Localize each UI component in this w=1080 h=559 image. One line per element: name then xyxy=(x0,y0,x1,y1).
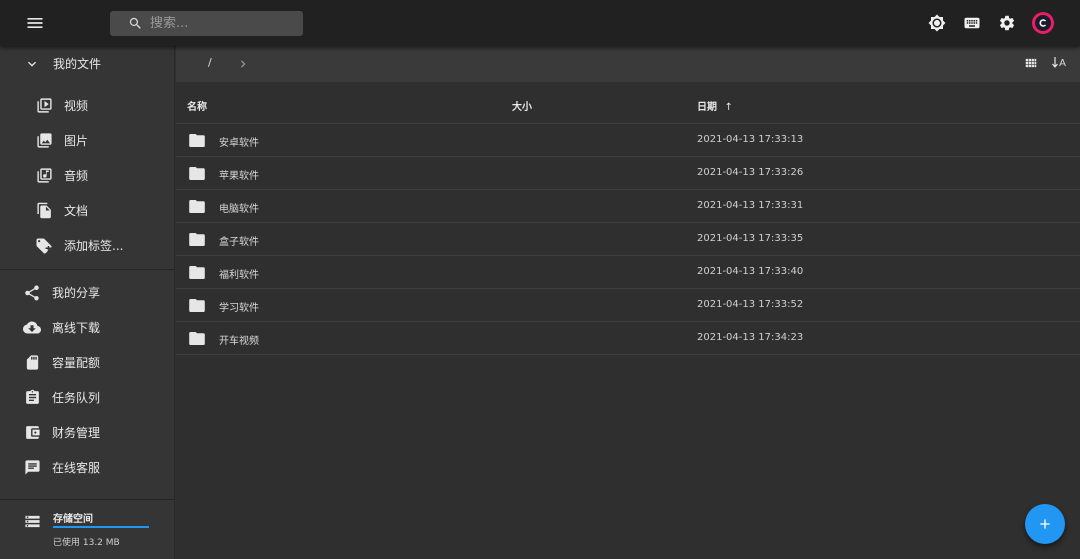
table-header: 名称 大小 日期 ↑ xyxy=(176,82,1080,124)
folder-icon xyxy=(189,200,205,216)
sidebar: 我的文件 视频 图片 音频 文档 添加标签... 我的分享 离线下载 容量配额 … xyxy=(0,46,175,559)
storage-title: 存储空间 xyxy=(53,514,93,525)
folder-icon xyxy=(189,266,205,282)
sidebar-item-my-share[interactable]: 我的分享 xyxy=(0,275,175,310)
sidebar-item-label: 我的分享 xyxy=(52,286,101,300)
file-date: 2021-04-13 17:33:35 xyxy=(697,233,804,244)
sidebar-item-label: 任务队列 xyxy=(52,391,101,405)
sd-card-icon xyxy=(23,354,41,372)
column-header-size[interactable]: 大小 xyxy=(512,98,532,113)
sort-alpha-icon[interactable]: A xyxy=(1052,57,1066,69)
sidebar-item-task-queue[interactable]: 任务队列 xyxy=(0,380,175,415)
table-row[interactable]: 盒子软件 2021-04-13 17:33:35 xyxy=(176,223,1080,256)
search-icon xyxy=(129,17,141,29)
file-table: 名称 大小 日期 ↑ 安卓软件 2021-04-13 17:33:13 苹果软件 20… xyxy=(176,82,1080,355)
image-icon xyxy=(35,132,53,150)
add-tag-icon xyxy=(35,237,53,255)
sidebar-item-label: 图片 xyxy=(64,134,89,148)
file-name: 福利软件 xyxy=(219,270,259,281)
table-row[interactable]: 安卓软件 2021-04-13 17:33:13 xyxy=(176,124,1080,157)
wallet-icon xyxy=(23,424,41,442)
storage-panel[interactable]: 存储空间 已使用 13.2 MB xyxy=(0,499,175,559)
sidebar-item-label: 添加标签... xyxy=(64,239,124,253)
sidebar-item-audio[interactable]: 音频 xyxy=(0,158,175,193)
search-box[interactable] xyxy=(110,11,303,36)
sidebar-item-add-tag[interactable]: 添加标签... xyxy=(0,228,175,263)
file-date: 2021-04-13 17:33:13 xyxy=(697,134,804,145)
sidebar-item-label: 财务管理 xyxy=(52,426,101,440)
video-icon xyxy=(35,97,53,115)
sidebar-item-online-support[interactable]: 在线客服 xyxy=(0,450,175,485)
folder-icon xyxy=(189,167,205,183)
folder-icon xyxy=(189,134,205,150)
grid-view-icon[interactable] xyxy=(1024,56,1038,70)
file-date: 2021-04-13 17:33:52 xyxy=(697,299,804,310)
sidebar-item-document[interactable]: 文档 xyxy=(0,193,175,228)
file-name: 安卓软件 xyxy=(219,138,259,149)
sidebar-item-video[interactable]: 视频 xyxy=(0,88,175,123)
column-header-date[interactable]: 日期 ↑ xyxy=(697,98,733,113)
my-files-label: 我的文件 xyxy=(53,57,102,71)
document-icon xyxy=(35,202,53,220)
sidebar-item-finance[interactable]: 财务管理 xyxy=(0,415,175,450)
gear-icon[interactable] xyxy=(997,13,1017,33)
path-toolbar: / A xyxy=(176,46,1080,82)
sidebar-item-label: 视频 xyxy=(64,99,89,113)
file-name: 苹果软件 xyxy=(219,171,259,182)
storage-icon xyxy=(24,513,41,534)
storage-progress-fill xyxy=(53,526,149,528)
table-row[interactable]: 学习软件 2021-04-13 17:33:52 xyxy=(176,289,1080,322)
sidebar-item-label: 音频 xyxy=(64,169,89,183)
table-row[interactable]: 苹果软件 2021-04-13 17:33:26 xyxy=(176,157,1080,190)
file-name: 开车视频 xyxy=(219,336,259,347)
chat-icon xyxy=(23,459,41,477)
keyboard-icon[interactable] xyxy=(962,13,982,33)
storage-used-text: 已使用 13.2 MB xyxy=(53,538,120,548)
sidebar-item-label: 在线客服 xyxy=(52,461,101,475)
my-files-toggle[interactable]: 我的文件 xyxy=(0,46,175,81)
chevron-down-icon xyxy=(23,55,41,73)
table-row[interactable]: 福利软件 2021-04-13 17:33:40 xyxy=(176,256,1080,289)
sidebar-item-quota[interactable]: 容量配额 xyxy=(0,345,175,380)
folder-icon xyxy=(189,299,205,315)
add-fab-button[interactable] xyxy=(1025,504,1065,544)
file-date: 2021-04-13 17:33:40 xyxy=(697,266,804,277)
table-row[interactable]: 电脑软件 2021-04-13 17:33:31 xyxy=(176,190,1080,223)
sidebar-divider xyxy=(0,269,175,270)
plus-icon xyxy=(1040,519,1050,529)
breadcrumb-root[interactable]: / xyxy=(208,56,212,69)
sidebar-item-label: 离线下载 xyxy=(52,321,101,335)
app-bar xyxy=(0,0,1080,46)
audio-icon xyxy=(35,167,53,185)
menu-icon[interactable] xyxy=(25,13,45,33)
avatar[interactable] xyxy=(1032,12,1054,34)
file-name: 电脑软件 xyxy=(219,204,259,215)
sidebar-item-label: 文档 xyxy=(64,204,89,218)
share-icon xyxy=(23,284,41,302)
sidebar-item-image[interactable]: 图片 xyxy=(0,123,175,158)
column-header-date-label: 日期 xyxy=(697,102,717,113)
file-date: 2021-04-13 17:33:31 xyxy=(697,200,804,211)
sidebar-item-label: 容量配额 xyxy=(52,356,101,370)
folder-icon xyxy=(189,332,205,348)
sort-arrow-up-icon: ↑ xyxy=(724,102,733,113)
clipboard-icon xyxy=(23,389,41,407)
search-input[interactable] xyxy=(150,16,300,31)
file-name: 学习软件 xyxy=(219,303,259,314)
file-date: 2021-04-13 17:33:26 xyxy=(697,167,804,178)
column-header-name[interactable]: 名称 xyxy=(187,98,207,113)
brightness-icon[interactable] xyxy=(927,13,947,33)
cloud-download-icon xyxy=(23,319,41,337)
sort-label: A xyxy=(1059,57,1066,69)
file-name: 盒子软件 xyxy=(219,237,259,248)
chevron-right-icon[interactable] xyxy=(236,56,250,75)
sidebar-item-offline-download[interactable]: 离线下载 xyxy=(0,310,175,345)
file-date: 2021-04-13 17:34:23 xyxy=(697,332,804,343)
folder-icon xyxy=(189,233,205,249)
table-row[interactable]: 开车视频 2021-04-13 17:34:23 xyxy=(176,322,1080,355)
storage-progress-bar xyxy=(53,526,149,528)
